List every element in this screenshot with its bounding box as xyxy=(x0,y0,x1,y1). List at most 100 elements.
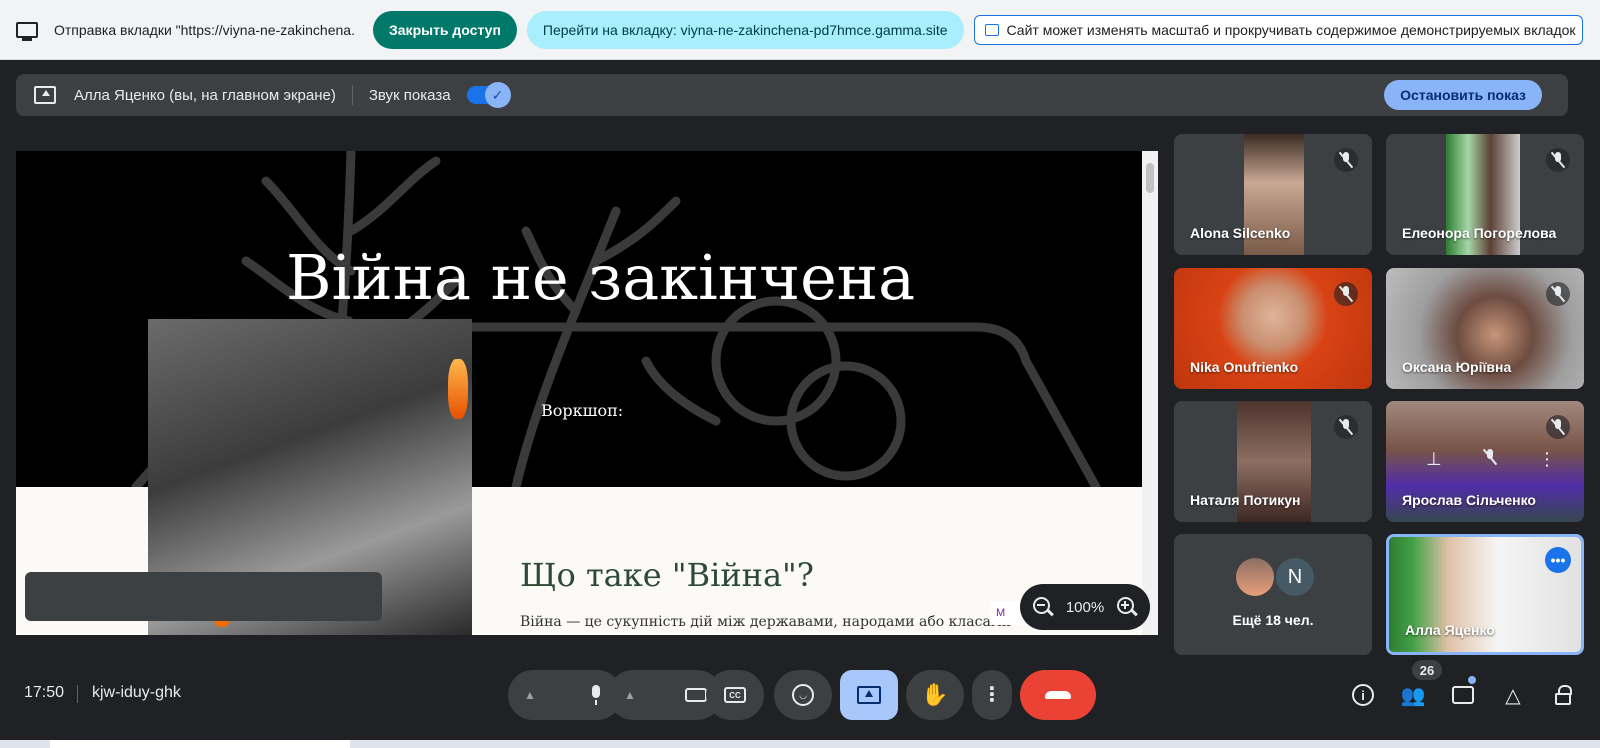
participant-tile[interactable]: Alona Silcenko xyxy=(1174,134,1372,255)
sound-toggle[interactable]: ✓ xyxy=(466,82,511,108)
participant-name: Алла Яценко xyxy=(1405,622,1495,638)
site-permission-note[interactable]: Сайт может изменять масштаб и прокручива… xyxy=(973,14,1583,45)
divider xyxy=(77,685,78,703)
muted-indicator xyxy=(1546,282,1570,306)
scroll-thumb[interactable] xyxy=(1146,163,1154,193)
host-controls-button[interactable] xyxy=(1550,682,1576,708)
participant-name: Alona Silcenko xyxy=(1190,225,1291,241)
lock-icon xyxy=(1555,685,1572,705)
muted-indicator xyxy=(1334,415,1358,439)
more-options-button[interactable]: ⋮ xyxy=(972,670,1012,720)
chat-notification-dot xyxy=(1468,676,1476,684)
participant-tile[interactable]: Елеонора Погорелова xyxy=(1386,134,1584,255)
mic-off-icon xyxy=(1339,419,1353,435)
captions-icon: CC xyxy=(724,687,746,703)
muted-indicator xyxy=(1334,148,1358,172)
captions-button[interactable]: CC xyxy=(706,670,764,720)
chat-icon xyxy=(1452,686,1474,704)
gamma-badge-text: M xyxy=(996,607,1006,619)
slide-subtitle: Воркшоп: xyxy=(541,401,624,420)
participant-tile[interactable]: ⊥ ⋮ Ярослав Сільченко xyxy=(1386,401,1584,522)
tile-hover-controls: ⊥ ⋮ xyxy=(1426,449,1556,470)
participant-name: Наталя Потикун xyxy=(1190,492,1301,508)
divider xyxy=(351,85,353,105)
close-access-button[interactable]: Закрыть доступ xyxy=(373,10,517,49)
zoom-in-icon[interactable] xyxy=(1116,596,1138,618)
meeting-code: kjw-iduy-ghk xyxy=(92,684,181,701)
activities-icon: △ xyxy=(1505,684,1521,707)
reactions-button[interactable]: ◡ xyxy=(774,670,832,720)
activities-button[interactable]: △ xyxy=(1500,682,1526,708)
mute-participant-icon[interactable] xyxy=(1483,449,1497,465)
site-window-icon xyxy=(984,23,999,36)
presenting-bar: Алла Яценко (вы, на главном экране) Звук… xyxy=(16,74,1568,116)
video-controls: ▲ xyxy=(608,670,722,720)
zoom-out-icon[interactable] xyxy=(1032,596,1054,618)
shared-tab-view[interactable]: Війна не закінчена Воркшоп: Що таке "Вій… xyxy=(16,151,1158,635)
os-taskbar xyxy=(0,740,1600,748)
call-controls-bar: 17:50 kjw-iduy-ghk ▲ ▲ CC ◡ ✋ ⋮ i 👥 △ xyxy=(0,650,1600,740)
avatar xyxy=(1236,558,1274,596)
caption-overlay xyxy=(25,572,382,621)
muted-indicator xyxy=(1334,282,1358,306)
chevron-up-icon[interactable]: ▲ xyxy=(524,688,536,702)
people-button[interactable]: 👥 xyxy=(1400,682,1426,708)
more-options-icon[interactable]: ⋮ xyxy=(1538,449,1556,470)
chevron-up-icon[interactable]: ▲ xyxy=(624,688,636,702)
share-status-text: Отправка вкладки "https://viyna-ne-zakin… xyxy=(54,21,354,38)
check-icon: ✓ xyxy=(484,82,511,108)
cast-tab-icon xyxy=(16,21,38,41)
fire-detail xyxy=(448,359,468,419)
self-participant-tile[interactable]: ••• Алла Яценко xyxy=(1386,534,1584,655)
microphone-icon xyxy=(590,685,602,705)
chat-button[interactable] xyxy=(1450,682,1476,708)
taskbar-window[interactable] xyxy=(50,740,350,748)
mic-off-icon xyxy=(1551,419,1565,435)
emoji-icon: ◡ xyxy=(792,684,814,706)
participant-name: Оксана Юріївна xyxy=(1402,359,1512,375)
hang-up-icon xyxy=(1045,691,1071,699)
participant-tile[interactable]: Nika Onufrienko xyxy=(1174,268,1372,389)
muted-indicator xyxy=(1546,415,1570,439)
site-note-text: Сайт может изменять масштаб и прокручива… xyxy=(1006,21,1576,38)
zoom-controls: 100% xyxy=(1020,584,1150,630)
participant-name: Ярослав Сільченко xyxy=(1402,492,1536,508)
more-options-icon[interactable]: ••• xyxy=(1545,547,1571,573)
participant-name: Елеонора Погорелова xyxy=(1402,225,1557,241)
page-scrollbar[interactable] xyxy=(1142,151,1158,635)
present-screen-icon xyxy=(34,86,56,104)
audio-controls: ▲ xyxy=(508,670,622,720)
section-heading: Що таке "Війна"? xyxy=(520,556,814,594)
people-count-badge: 26 xyxy=(1412,660,1442,680)
sound-label: Звук показа xyxy=(368,86,451,104)
goto-tab-button[interactable]: Перейти на вкладку: viyna-ne-zakinchena-… xyxy=(526,10,964,49)
present-screen-icon xyxy=(857,686,881,704)
avatar: N xyxy=(1276,558,1314,596)
mic-off-icon xyxy=(1551,152,1565,168)
clock: 17:50 xyxy=(24,684,65,701)
more-vert-icon: ⋮ xyxy=(982,684,1002,706)
section-paragraph: Війна — це сукупність дій між державами,… xyxy=(520,614,1012,630)
muted-indicator xyxy=(1546,148,1570,172)
mic-off-icon xyxy=(1551,286,1565,302)
more-participants-label: Ещё 18 чел. xyxy=(1232,612,1314,628)
camera-icon xyxy=(685,688,713,702)
more-participants-tile[interactable]: N Ещё 18 чел. xyxy=(1174,534,1372,655)
tab-share-bar: Отправка вкладки "https://viyna-ne-zakin… xyxy=(0,0,1600,60)
pin-icon[interactable]: ⊥ xyxy=(1426,449,1442,470)
leave-call-button[interactable] xyxy=(1020,670,1096,720)
stop-presenting-button[interactable]: Остановить показ xyxy=(1384,80,1542,110)
participant-tile[interactable]: Наталя Потикун xyxy=(1174,401,1372,522)
people-icon: 👥 xyxy=(1400,684,1426,707)
participant-tile[interactable]: Оксана Юріївна xyxy=(1386,268,1584,389)
raise-hand-button[interactable]: ✋ xyxy=(906,670,964,720)
meeting-info-button[interactable]: i xyxy=(1350,682,1376,708)
avatar-group: N xyxy=(1236,558,1314,596)
info-icon: i xyxy=(1352,684,1374,706)
hand-icon: ✋ xyxy=(921,682,949,707)
present-button[interactable] xyxy=(840,670,898,720)
presenter-label: Алла Яценко (вы, на главном экране) xyxy=(74,86,336,104)
mic-off-icon xyxy=(1339,286,1353,302)
slide-title: Війна не закінчена xyxy=(286,241,916,314)
mic-off-icon xyxy=(1339,152,1353,168)
